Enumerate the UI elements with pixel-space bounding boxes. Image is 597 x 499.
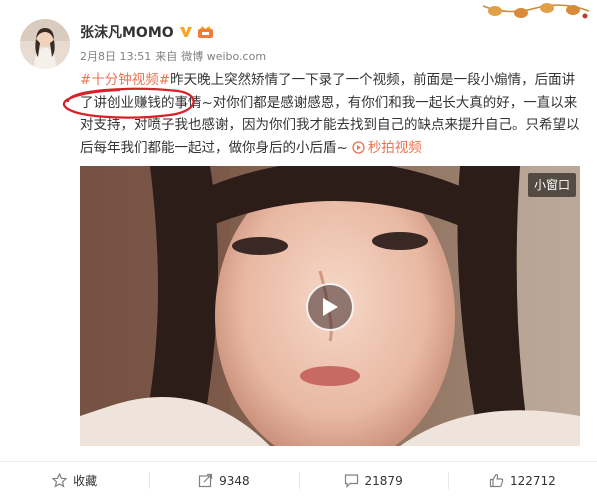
- comment-icon: [344, 474, 358, 488]
- weibo-post-card: 张沫凡MOMO 2月8日 13:51 来自 微博 weibo.com #十分钟视…: [0, 0, 597, 499]
- source-prefix: 来自: [155, 50, 178, 63]
- post-date[interactable]: 2月8日 13:51: [80, 48, 151, 64]
- post-header: 张沫凡MOMO 2月8日 13:51 来自 微博 weibo.com: [80, 22, 577, 64]
- vip-crown-icon: [197, 26, 213, 38]
- like-count: 122712: [509, 473, 556, 488]
- video-player[interactable]: 小窗口: [80, 166, 580, 446]
- video-link-label: 秒拍视频: [367, 139, 422, 156]
- repost-button[interactable]: 9348: [149, 462, 298, 499]
- author-name[interactable]: 张沫凡MOMO: [80, 22, 174, 42]
- verified-v-icon: [179, 27, 192, 37]
- favorite-button[interactable]: 收藏: [0, 462, 149, 499]
- post-meta: 2月8日 13:51 来自 微博 weibo.com: [80, 48, 577, 64]
- share-icon: [198, 473, 213, 488]
- play-button[interactable]: [306, 283, 354, 331]
- action-bar: 收藏 9348 21879 122712: [0, 462, 597, 499]
- comment-count: 21879: [364, 473, 403, 488]
- like-button[interactable]: 122712: [447, 462, 597, 499]
- star-icon: [52, 473, 68, 488]
- mini-window-button[interactable]: 小窗口: [527, 173, 576, 197]
- post-source[interactable]: 微博 weibo.com: [181, 48, 266, 64]
- avatar[interactable]: [20, 19, 70, 69]
- repost-count: 9348: [219, 473, 250, 488]
- topic-link[interactable]: #十分钟视频#: [80, 72, 170, 88]
- like-icon: [489, 473, 504, 488]
- video-play-small-icon: [352, 140, 365, 154]
- comment-button[interactable]: 21879: [298, 462, 448, 499]
- decorative-garland-icon: [482, 3, 590, 19]
- favorite-label: 收藏: [73, 474, 98, 488]
- post-text: #十分钟视频#昨天晚上突然矫情了一下录了一个视频，前面是一段小煽情，后面讲了讲创…: [80, 69, 585, 159]
- video-link[interactable]: 秒拍视频: [352, 140, 422, 156]
- play-icon: [323, 298, 338, 316]
